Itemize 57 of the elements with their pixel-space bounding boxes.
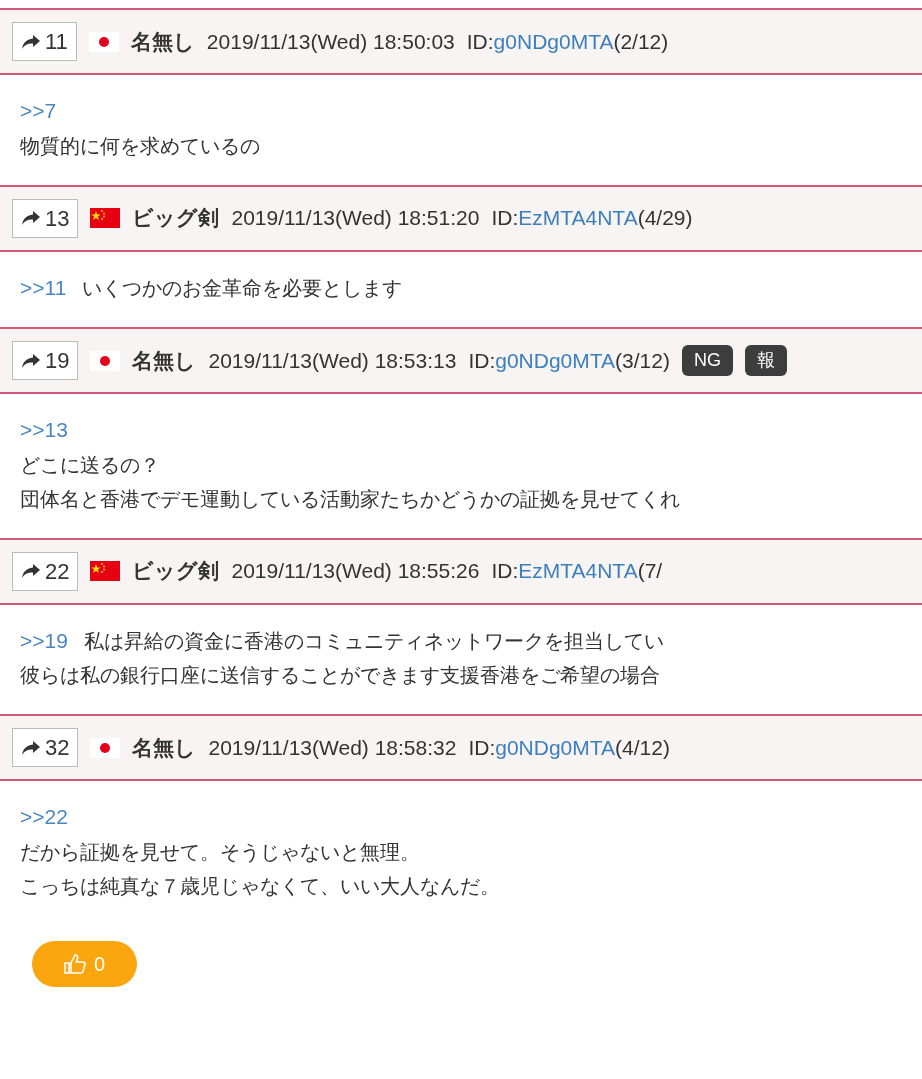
post-date: 2019/11/13(Wed) 18:50:03 [206, 28, 455, 55]
reply-button[interactable]: 11 [12, 22, 77, 61]
japan-flag-icon [90, 350, 121, 371]
japan-flag-icon [88, 31, 119, 52]
user-id-link[interactable]: g0NDg0MTA [495, 731, 616, 764]
post-count: (4/12) [615, 734, 670, 761]
thumbs-up-icon [64, 953, 86, 974]
reply-reference-link[interactable]: >>7 [20, 95, 57, 127]
post-text: 団体名と香港でデモ運動している活動家たちかどうかの証拠を見せてくれ [20, 486, 680, 512]
reply-reference-link[interactable]: >>11 [20, 271, 67, 303]
id-label: ID: [491, 558, 519, 585]
reply-reference-link[interactable]: >>22 [20, 801, 68, 833]
share-arrow-icon [21, 352, 41, 369]
id-label: ID: [491, 205, 519, 232]
post-count: (7/ [637, 558, 663, 585]
post-date: 2019/11/13(Wed) 18:53:13 [208, 347, 457, 374]
post-count: (2/12) [613, 28, 669, 55]
share-arrow-icon [21, 210, 41, 226]
post-text: いくつかのお金革命を必要とします [82, 275, 403, 301]
post-date: 2019/11/13(Wed) 18:55:26 [231, 558, 480, 585]
user-id-link[interactable]: g0NDg0MTA [495, 344, 616, 377]
user-id-link[interactable]: EzMTA4NTA [518, 202, 638, 234]
share-arrow-icon [21, 33, 41, 50]
share-arrow-icon [21, 563, 41, 579]
post-count: (3/12) [615, 347, 670, 374]
post-date: 2019/11/13(Wed) 18:51:20 [231, 205, 480, 232]
reply-button[interactable]: 19 [12, 341, 79, 380]
post-text: どこに送るの？ [20, 452, 160, 478]
post-action-button[interactable]: 報 [744, 345, 787, 376]
reply-reference-link[interactable]: >>19 [20, 624, 68, 656]
post-text: こっちは純真な７歳児じゃなくて、いい大人なんだ。 [20, 873, 500, 899]
post-text: 私は昇給の資金に香港のコミュニティネットワークを担当してい [83, 628, 664, 654]
china-flag-icon [90, 561, 121, 581]
share-arrow-icon [21, 739, 41, 756]
reply-button[interactable]: 13 [12, 198, 79, 238]
poster-name: 名無し [132, 347, 197, 374]
post-text: 彼らは私の銀行口座に送信することができます支援香港をご希望の場合 [20, 663, 660, 688]
poster-name: ビッグ剣 [132, 558, 220, 585]
poster-name: 名無し [130, 28, 195, 55]
like-button[interactable]: 0 [32, 940, 138, 987]
post-text: 物質的に何を求めているの [20, 133, 260, 159]
id-label: ID: [468, 734, 496, 761]
reply-reference-link[interactable]: >>13 [20, 414, 68, 446]
id-label: ID: [468, 347, 496, 374]
post-count: (4/29) [637, 205, 693, 232]
reply-button[interactable]: 22 [12, 551, 79, 591]
japan-flag-icon [90, 737, 121, 758]
post-date: 2019/11/13(Wed) 18:58:32 [208, 734, 457, 761]
user-id-link[interactable]: g0NDg0MTA [493, 25, 614, 58]
poster-name: 名無し [132, 734, 197, 761]
post-action-button[interactable]: NG [681, 345, 733, 376]
post-text: だから証拠を見せて。そうじゃないと無理。 [20, 839, 420, 865]
china-flag-icon [90, 208, 121, 228]
user-id-link[interactable]: EzMTA4NTA [518, 555, 638, 587]
id-label: ID: [466, 28, 494, 55]
reply-button[interactable]: 32 [12, 728, 79, 767]
poster-name: ビッグ剣 [132, 205, 220, 232]
